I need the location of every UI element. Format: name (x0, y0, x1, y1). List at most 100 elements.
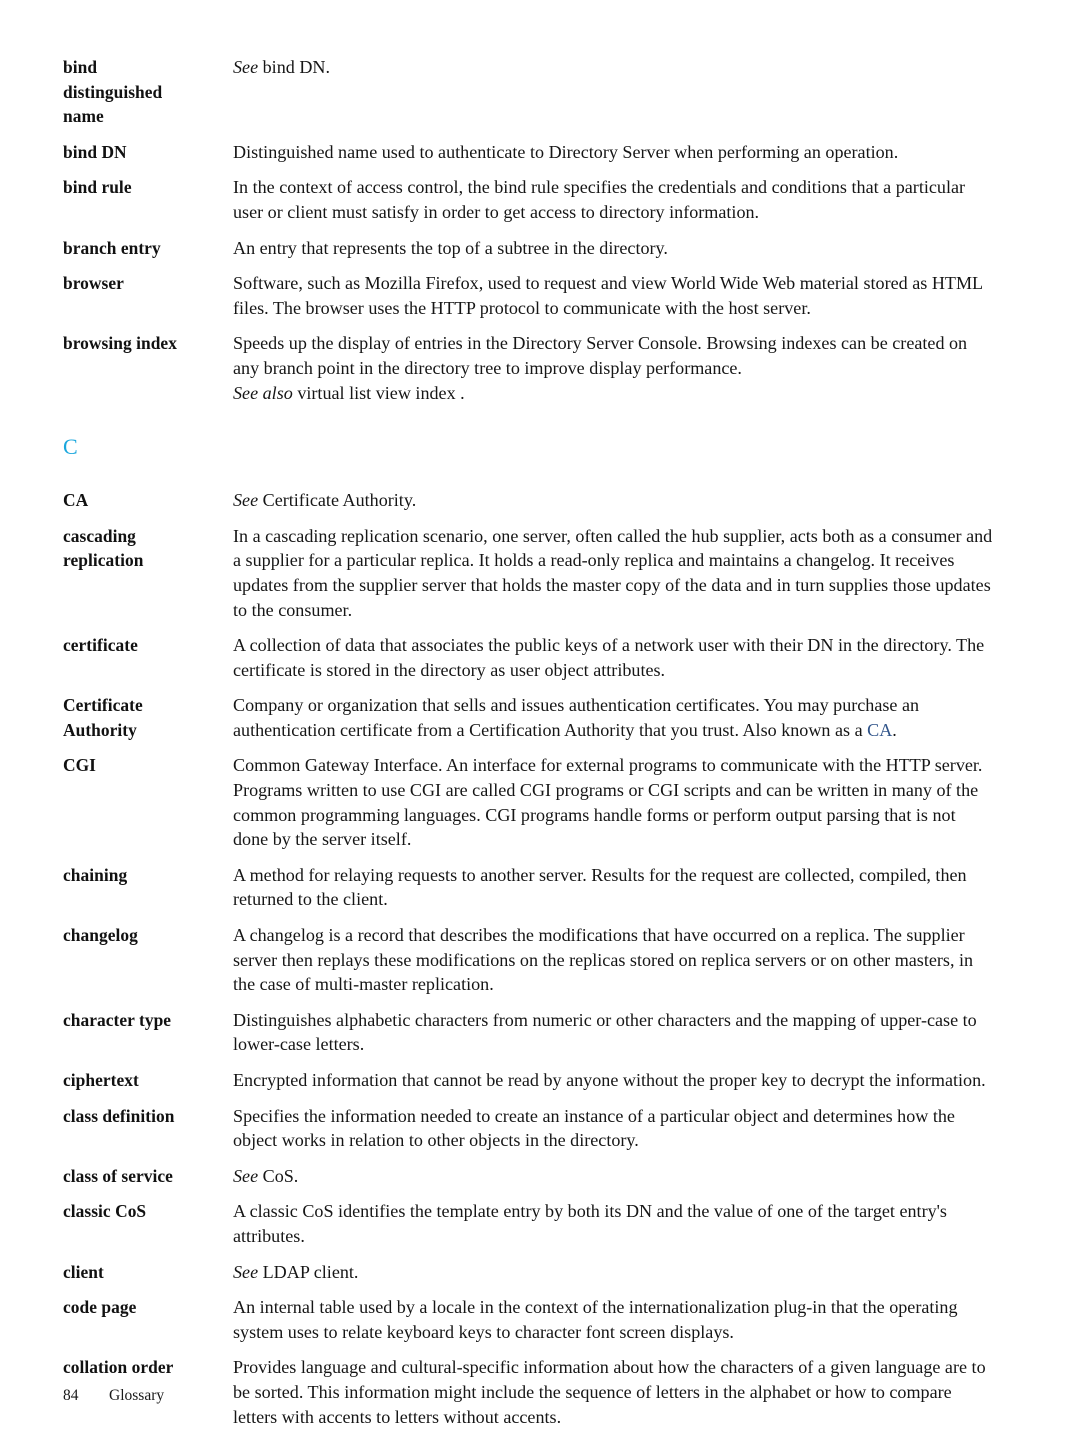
glossary-definition: See CoS. (233, 1164, 993, 1189)
glossary-entry: chaining A method for relaying requests t… (63, 863, 993, 912)
glossary-entry: CA See Certificate Authority. (63, 488, 993, 513)
glossary-term-line: browser (63, 273, 124, 294)
glossary-term: branch entry (63, 236, 233, 261)
glossary-entry: browsing index Speeds up the display of e… (63, 331, 993, 405)
glossary-definition-text: A classic CoS identifies the template en… (233, 1199, 993, 1248)
glossary-term-line: certificate (63, 635, 138, 656)
glossary-definition: A collection of data that associates the… (233, 633, 993, 682)
see-reference-label: See (233, 1261, 259, 1282)
glossary-definition-text: Common Gateway Interface. An interface f… (233, 753, 993, 851)
glossary-definition-text: In the context of access control, the bi… (233, 175, 993, 224)
glossary-entry: CGI Common Gateway Interface. An interfac… (63, 753, 993, 851)
glossary-entry: class definition Specifies the informatio… (63, 1104, 993, 1153)
glossary-content: bind distinguished name See bind DN. bind DN… (63, 55, 993, 1438)
definition-body: A changelog is a record that describes t… (233, 925, 974, 995)
glossary-term-line: bind (63, 57, 98, 77)
glossary-definition-text: Company or organization that sells and i… (233, 693, 993, 742)
glossary-definition: Provides language and cultural-specific … (233, 1355, 993, 1429)
glossary-definition: An entry that represents the top of a su… (233, 236, 993, 261)
glossary-term-line: collation order (63, 1357, 174, 1378)
glossary-term-line: client (63, 1261, 104, 1282)
glossary-entry: certificate A collection of data that ass… (63, 633, 993, 682)
glossary-page: bind distinguished name See bind DN. bind DN… (0, 0, 1080, 1438)
glossary-term: Certificate Authority (63, 693, 233, 742)
glossary-term-line: cascading (63, 525, 136, 546)
glossary-term: collation order (63, 1355, 233, 1380)
definition-body: . (892, 719, 897, 740)
glossary-definition-text: An entry that represents the top of a su… (233, 236, 993, 261)
glossary-entry: collation order Provides language and cul… (63, 1355, 993, 1429)
glossary-definition: Distinguishes alphabetic characters from… (233, 1008, 993, 1057)
glossary-term-line: CA (63, 490, 89, 511)
glossary-term: bind distinguished name (63, 55, 233, 129)
glossary-term-line: changelog (63, 925, 138, 946)
glossary-entry: Certificate Authority Company or organizat… (63, 693, 993, 742)
definition-body: A collection of data that associates the… (233, 635, 985, 680)
glossary-term-line: chaining (63, 864, 128, 885)
glossary-term-line: class definition (63, 1105, 175, 1126)
page-footer: 84 Glossary (63, 1386, 164, 1406)
glossary-term: ciphertext (63, 1068, 233, 1093)
glossary-definition: Company or organization that sells and i… (233, 693, 993, 742)
glossary-definition-text: A method for relaying requests to anothe… (233, 863, 993, 912)
glossary-definition: A changelog is a record that describes t… (233, 923, 993, 997)
glossary-term: client (63, 1260, 233, 1285)
glossary-entry: client See LDAP client. (63, 1260, 993, 1285)
definition-body: Encrypted information that cannot be rea… (233, 1070, 986, 1090)
glossary-term-line: Certificate (63, 695, 143, 716)
glossary-definition: Encrypted information that cannot be rea… (233, 1068, 993, 1093)
glossary-definition-text: Speeds up the display of entries in the … (233, 331, 993, 380)
definition-body: Provides language and cultural-specific … (233, 1357, 986, 1427)
glossary-term: browser (63, 271, 233, 296)
glossary-entry: branch entry An entry that represents the… (63, 236, 993, 261)
definition-body: LDAP client. (258, 1261, 359, 1282)
glossary-term-line: CGI (63, 755, 97, 776)
glossary-term-line: bind DN (63, 141, 127, 162)
see-also-label: See also (233, 382, 293, 403)
glossary-definition: See LDAP client. (233, 1260, 993, 1285)
glossary-entries-pre-section: bind distinguished name See bind DN. bind DN… (63, 55, 993, 405)
definition-body: Common Gateway Interface. An interface f… (233, 755, 983, 850)
definition-body: bind DN. (258, 57, 330, 77)
glossary-entry: code page An internal table used by a loc… (63, 1295, 993, 1344)
glossary-term: character type (63, 1008, 233, 1033)
definition-body: A classic CoS identifies the template en… (233, 1201, 947, 1246)
glossary-definition: See bind DN. (233, 55, 993, 80)
see-reference-label: See (233, 1165, 259, 1186)
definition-body: Distinguishes alphabetic characters from… (233, 1009, 977, 1055)
glossary-definition-text: Distinguishes alphabetic characters from… (233, 1008, 993, 1057)
glossary-term: class of service (63, 1164, 233, 1189)
glossary-term: class definition (63, 1104, 233, 1129)
cross-reference-link[interactable]: CA (867, 720, 892, 740)
glossary-definition: Common Gateway Interface. An interface f… (233, 753, 993, 851)
glossary-definition-text: An internal table used by a locale in th… (233, 1295, 993, 1344)
definition-body: Company or organization that sells and i… (233, 695, 920, 740)
glossary-entry: class of service See CoS. (63, 1164, 993, 1189)
glossary-term-line: classic CoS (63, 1201, 147, 1222)
glossary-definition: In a cascading replication scenario, one… (233, 524, 993, 622)
glossary-definition-text: Encrypted information that cannot be rea… (233, 1068, 993, 1093)
glossary-definition-text: See CoS. (233, 1164, 993, 1189)
glossary-definition-text: Distinguished name used to authenticate … (233, 140, 993, 165)
glossary-definition-text: See bind DN. (233, 55, 993, 80)
glossary-definition-text: In a cascading replication scenario, one… (233, 524, 993, 622)
glossary-term: classic CoS (63, 1199, 233, 1224)
glossary-term: CA (63, 488, 233, 513)
glossary-definition: See Certificate Authority. (233, 488, 993, 513)
definition-body: Software, such as Mozilla Firefox, used … (233, 273, 983, 318)
glossary-term: code page (63, 1295, 233, 1320)
glossary-entry: character type Distinguishes alphabetic c… (63, 1008, 993, 1057)
footer-page-number: 84 (63, 1387, 79, 1404)
glossary-definition-text: Software, such as Mozilla Firefox, used … (233, 271, 993, 320)
glossary-entry: browser Software, such as Mozilla Firefox… (63, 271, 993, 320)
glossary-definition-text: Specifies the information needed to crea… (233, 1104, 993, 1153)
definition-body: Specifies the information needed to crea… (233, 1105, 955, 1151)
glossary-term-line: Authority (63, 719, 137, 740)
glossary-entry: ciphertext Encrypted information that can… (63, 1068, 993, 1093)
definition-body: Speeds up the display of entries in the … (233, 333, 968, 378)
glossary-definition: In the context of access control, the bi… (233, 175, 993, 224)
glossary-entry: changelog A changelog is a record that de… (63, 923, 993, 997)
definition-body: CoS. (258, 1165, 299, 1186)
glossary-definition-text: See Certificate Authority. (233, 488, 993, 513)
definition-body: A method for relaying requests to anothe… (233, 864, 967, 910)
